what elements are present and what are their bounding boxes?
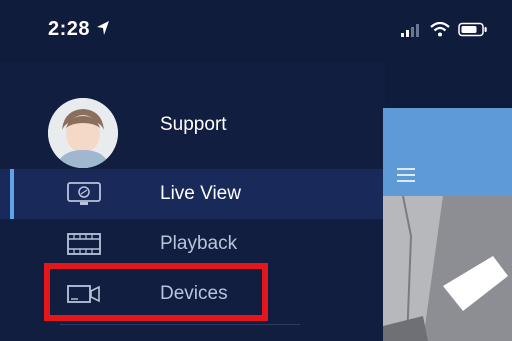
highlight-annotation-box xyxy=(44,263,268,321)
menu-item-label: Playback xyxy=(160,233,238,254)
status-time: 2:28 xyxy=(48,18,91,40)
monitor-icon xyxy=(67,182,101,205)
wifi-icon xyxy=(430,22,450,37)
status-bar: 2:28 xyxy=(0,0,512,62)
film-icon xyxy=(67,233,101,255)
profile-name[interactable]: Support xyxy=(160,114,227,136)
camera-feed-image xyxy=(383,196,512,341)
app-header xyxy=(383,108,512,196)
menu-item-playback[interactable]: Playback xyxy=(0,219,385,269)
menu-item-label: Live View xyxy=(160,183,241,204)
menu-divider xyxy=(60,324,300,325)
camera-feed-thumbnail[interactable] xyxy=(383,196,512,341)
hamburger-menu-icon[interactable] xyxy=(397,168,415,182)
phone-screen: 2:28 Support Live View Playback Devices xyxy=(0,0,512,341)
selected-indicator xyxy=(10,169,14,219)
battery-icon xyxy=(458,22,487,37)
avatar[interactable] xyxy=(48,98,118,168)
status-icons xyxy=(400,22,488,37)
signal-icon xyxy=(401,23,419,37)
location-arrow-icon xyxy=(97,21,109,35)
background-app-content xyxy=(383,108,512,341)
menu-item-live-view[interactable]: Live View xyxy=(0,169,385,219)
user-avatar-icon xyxy=(48,98,118,168)
